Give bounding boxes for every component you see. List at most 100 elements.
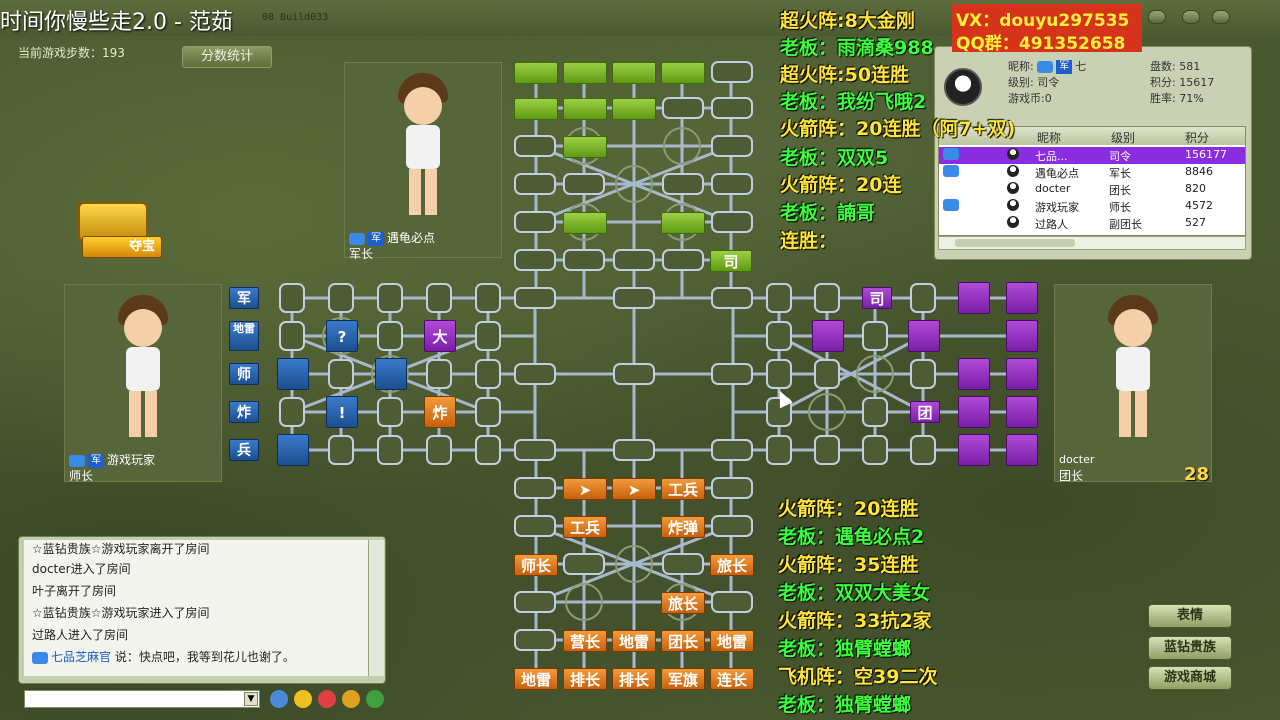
board-piece-orange[interactable]: 炸: [424, 396, 456, 428]
wrench-icon[interactable]: [342, 690, 360, 708]
player-name: 游戏玩家: [107, 453, 156, 467]
settings-icon[interactable]: [366, 690, 384, 708]
row-score: 156177: [1185, 148, 1227, 161]
qq-penguin-icon: [1007, 148, 1019, 160]
emotion-button[interactable]: 表情: [1148, 604, 1232, 628]
gift-icon[interactable]: [318, 690, 336, 708]
board-piece-orange[interactable]: 旅长: [661, 592, 705, 614]
board-piece-blue[interactable]: [375, 358, 407, 390]
overlay-line: 老板：双双大美女: [778, 582, 931, 604]
chat-input[interactable]: [24, 690, 260, 708]
info-winrate: 71%: [1179, 92, 1204, 105]
board-piece-purple[interactable]: [1006, 396, 1038, 428]
board-piece-green[interactable]: [563, 62, 607, 84]
board-piece-purple[interactable]: [1006, 282, 1038, 314]
board-piece-orange[interactable]: 排长: [563, 668, 607, 690]
board-piece-orange[interactable]: 营长: [563, 630, 607, 652]
board-piece-purple[interactable]: [1006, 320, 1038, 352]
row-level: 团长: [1109, 184, 1131, 197]
blue-diamond-button[interactable]: 蓝钻贵族: [1148, 636, 1232, 660]
board-piece-orange[interactable]: 军旗: [661, 668, 705, 690]
board-piece-green[interactable]: [661, 212, 705, 234]
board-piece-purple[interactable]: [1006, 434, 1038, 466]
board-piece-blue[interactable]: [277, 434, 309, 466]
qq-penguin-icon: [1007, 199, 1019, 211]
scroll-thumb[interactable]: [955, 239, 1075, 247]
arrow-marker-icon: ➤: [612, 478, 656, 500]
board-piece-purple[interactable]: 团: [910, 401, 940, 423]
board-piece-commander[interactable]: 司: [710, 250, 752, 272]
overlay-line: 老板：雨滴桑988: [780, 37, 934, 59]
col-score[interactable]: 积分: [1185, 129, 1209, 146]
board-piece-orange[interactable]: 工兵: [661, 478, 705, 500]
vip-diamond-icon: [943, 165, 959, 177]
chat-line: 叶子离开了房间: [32, 584, 117, 598]
board-piece-green[interactable]: [514, 62, 558, 84]
overlay-line: 老板：独臂螳螂: [778, 638, 912, 660]
overlay-line: 超火阵:50连胜: [780, 64, 910, 86]
board-piece-blue[interactable]: 炸: [229, 401, 259, 423]
row-name: 遇龟必点: [1035, 167, 1079, 180]
board-piece-blue[interactable]: 地雷: [229, 321, 259, 351]
col-level[interactable]: 级别: [1111, 129, 1135, 146]
player-list-row[interactable]: docter 团长 820: [939, 181, 1245, 198]
board-piece-green[interactable]: [563, 212, 607, 234]
board-piece-blue[interactable]: 师: [229, 363, 259, 385]
row-level: 军长: [1109, 167, 1131, 180]
board-piece-green[interactable]: [563, 98, 607, 120]
board-piece-blue[interactable]: ?: [326, 320, 358, 352]
board-piece-orange[interactable]: 地雷: [612, 630, 656, 652]
row-name: 七品...: [1035, 150, 1068, 163]
col-nickname[interactable]: 昵称: [1037, 129, 1061, 146]
info-nickname: 七: [1075, 60, 1087, 73]
info-games-label: 盘数:: [1150, 60, 1176, 73]
overlay-line: 连胜：: [780, 230, 838, 252]
board-piece-blue[interactable]: 军: [229, 287, 259, 309]
board-piece-orange[interactable]: 旅长: [710, 554, 754, 576]
board-piece-purple[interactable]: [908, 320, 940, 352]
board-piece-purple[interactable]: [958, 282, 990, 314]
smiley-icon[interactable]: [294, 690, 312, 708]
board-piece-purple[interactable]: 大: [424, 320, 456, 352]
board-piece-orange[interactable]: 排长: [612, 668, 656, 690]
row-level: 师长: [1109, 201, 1131, 214]
row-score: 8846: [1185, 165, 1213, 178]
board-piece-blue[interactable]: !: [326, 396, 358, 428]
qq-penguin-icon: [944, 68, 982, 106]
vip-diamond-icon: [1037, 61, 1054, 73]
board-piece-purple[interactable]: [958, 396, 990, 428]
board-piece-orange[interactable]: 炸弹: [661, 516, 705, 538]
board-piece-blue[interactable]: [277, 358, 309, 390]
board-piece-orange[interactable]: 连长: [710, 668, 754, 690]
board-piece-purple[interactable]: [958, 358, 990, 390]
overlay-line: 超火阵:8大金刚: [780, 10, 915, 32]
board-piece-orange[interactable]: 师长: [514, 554, 558, 576]
overlay-line: 飞机阵：空39二次: [778, 666, 938, 688]
board-piece-blue[interactable]: 兵: [229, 439, 259, 461]
board-piece-green[interactable]: [514, 98, 558, 120]
board-piece-green[interactable]: [612, 98, 656, 120]
player-name: docter: [1059, 453, 1095, 466]
player-list-row[interactable]: 遇龟必点 军长 8846: [939, 164, 1245, 181]
board-piece-orange[interactable]: 地雷: [514, 668, 558, 690]
board-piece-purple[interactable]: 司: [862, 287, 892, 309]
vip-diamond-icon: [32, 651, 48, 664]
board-piece-orange[interactable]: 团长: [661, 630, 705, 652]
player-list-row[interactable]: 游戏玩家 师长 4572: [939, 198, 1245, 215]
board-piece-purple[interactable]: [812, 320, 844, 352]
chat-scrollbar[interactable]: [368, 540, 384, 676]
board-piece-orange[interactable]: 工兵: [563, 516, 607, 538]
player-list-row[interactable]: 过路人 副团长 527: [939, 215, 1245, 232]
board-piece-orange[interactable]: 地雷: [710, 630, 754, 652]
board-piece-green[interactable]: [612, 62, 656, 84]
board-piece-green[interactable]: [661, 62, 705, 84]
player-list-row[interactable]: 七品... 司令 156177: [939, 147, 1245, 164]
chat-sender[interactable]: 七品芝麻官: [51, 650, 111, 664]
chat-bubble-icon[interactable]: [270, 690, 288, 708]
game-shop-button[interactable]: 游戏商城: [1148, 666, 1232, 690]
chevron-down-icon[interactable]: ▼: [244, 692, 258, 706]
player-list-hscrollbar[interactable]: [938, 236, 1246, 250]
board-piece-purple[interactable]: [958, 434, 990, 466]
board-piece-green[interactable]: [563, 136, 607, 158]
board-piece-purple[interactable]: [1006, 358, 1038, 390]
